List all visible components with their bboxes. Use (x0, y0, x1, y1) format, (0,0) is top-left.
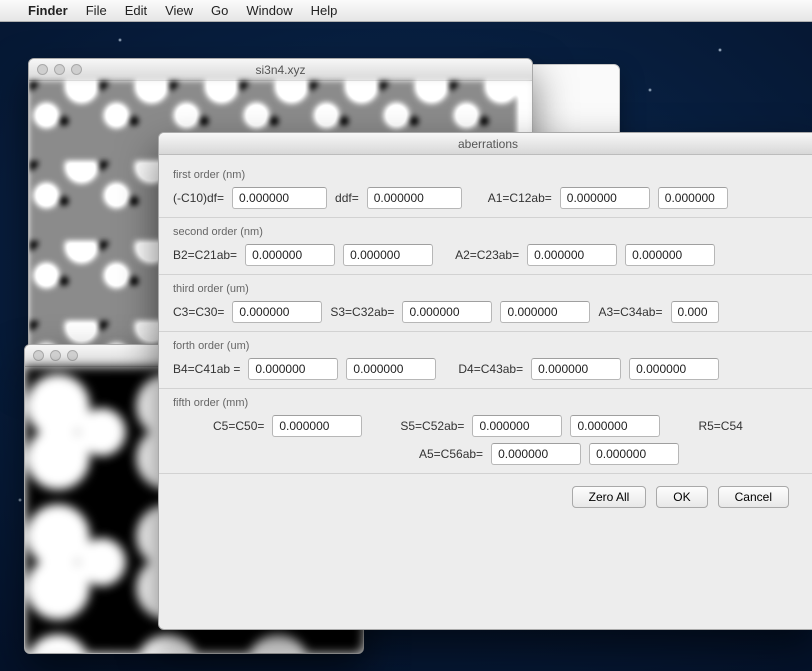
label-c10df: (-C10)df= (173, 191, 224, 205)
input-a2-a[interactable] (527, 244, 617, 266)
label-s5: S5=C52ab= (400, 419, 464, 433)
menubar: Finder File Edit View Go Window Help (0, 0, 812, 22)
zero-all-button[interactable]: Zero All (572, 486, 647, 508)
menu-view[interactable]: View (165, 3, 193, 18)
label-a5: A5=C56ab= (419, 447, 483, 461)
label-c5: C5=C50= (213, 419, 264, 433)
input-b4-b[interactable] (346, 358, 436, 380)
group-label-third: third order (um) (173, 283, 803, 295)
minimize-icon[interactable] (50, 350, 61, 361)
input-c3[interactable] (232, 301, 322, 323)
input-s5-a[interactable] (472, 415, 562, 437)
label-c3: C3=C30= (173, 305, 224, 319)
menu-go[interactable]: Go (211, 3, 228, 18)
close-icon[interactable] (33, 350, 44, 361)
input-b4-a[interactable] (248, 358, 338, 380)
input-a2-b[interactable] (625, 244, 715, 266)
group-label-second: second order (nm) (173, 226, 803, 238)
titlebar-aberrations[interactable]: aberrations (159, 133, 812, 155)
ok-button[interactable]: OK (656, 486, 707, 508)
label-b4: B4=C41ab = (173, 362, 240, 376)
dialog-aberrations[interactable]: aberrations first order (nm) (-C10)df= d… (158, 132, 812, 630)
input-a5-b[interactable] (589, 443, 679, 465)
input-s3-a[interactable] (402, 301, 492, 323)
label-a3: A3=C34ab= (598, 305, 662, 319)
input-a1-a[interactable] (560, 187, 650, 209)
input-b2-b[interactable] (343, 244, 433, 266)
dialog-title: aberrations (159, 137, 812, 151)
menu-window[interactable]: Window (246, 3, 292, 18)
label-r5: R5=C54 (698, 419, 742, 433)
input-a1-b[interactable] (658, 187, 728, 209)
label-a2: A2=C23ab= (455, 248, 519, 262)
input-s3-b[interactable] (500, 301, 590, 323)
input-b2-a[interactable] (245, 244, 335, 266)
input-c10df[interactable] (232, 187, 327, 209)
input-d4-b[interactable] (629, 358, 719, 380)
group-label-first: first order (nm) (173, 169, 803, 181)
input-c5[interactable] (272, 415, 362, 437)
label-d4: D4=C43ab= (458, 362, 523, 376)
input-s5-b[interactable] (570, 415, 660, 437)
input-d4-a[interactable] (531, 358, 621, 380)
label-b2: B2=C21ab= (173, 248, 237, 262)
separator (159, 473, 812, 474)
label-ddf: ddf= (335, 191, 359, 205)
menu-app-name[interactable]: Finder (28, 3, 68, 18)
input-a3-a[interactable] (671, 301, 719, 323)
cancel-button[interactable]: Cancel (718, 486, 789, 508)
group-label-fifth: fifth order (mm) (173, 397, 803, 409)
separator (159, 217, 812, 218)
separator (159, 274, 812, 275)
menu-file[interactable]: File (86, 3, 107, 18)
menu-edit[interactable]: Edit (125, 3, 147, 18)
window-title-si3n4: si3n4.xyz (29, 63, 532, 77)
separator (159, 388, 812, 389)
label-s3: S3=C32ab= (330, 305, 394, 319)
titlebar-si3n4[interactable]: si3n4.xyz (29, 59, 532, 81)
input-a5-a[interactable] (491, 443, 581, 465)
separator (159, 331, 812, 332)
group-label-forth: forth order (um) (173, 340, 803, 352)
label-a1: A1=C12ab= (488, 191, 552, 205)
zoom-icon[interactable] (67, 350, 78, 361)
menu-help[interactable]: Help (311, 3, 338, 18)
input-ddf[interactable] (367, 187, 462, 209)
